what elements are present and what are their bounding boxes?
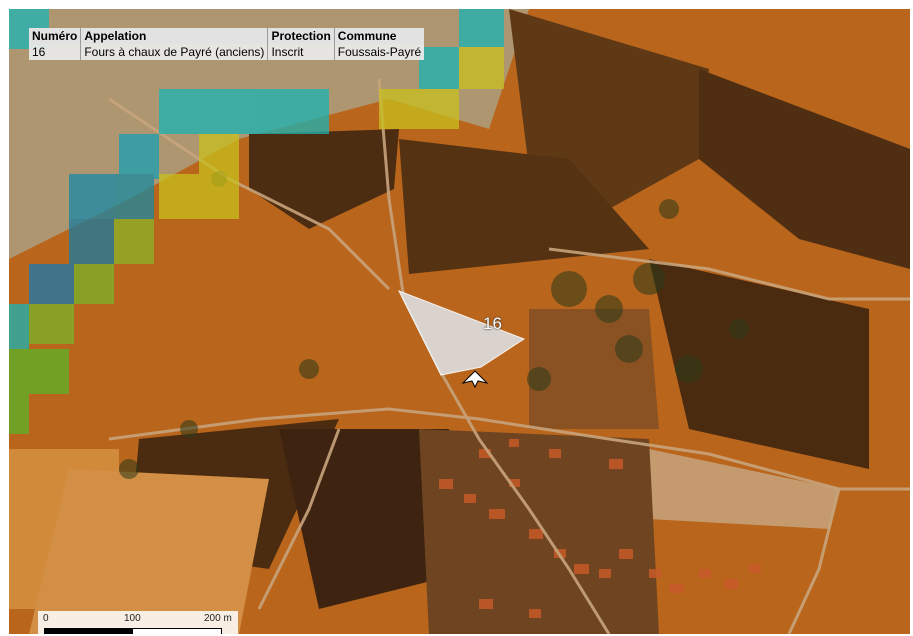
attribute-table: Numéro Appelation Protection Commune 16 …	[29, 28, 425, 60]
field-mid-1	[529, 309, 659, 429]
scale-bar-graphic	[44, 628, 222, 634]
table-cell: 16	[29, 44, 82, 60]
map-frame[interactable]: 16 Numéro Appelation Protection Commune …	[9, 9, 910, 634]
table-cell: Foussais-Payré	[337, 45, 422, 59]
column-header: Protection	[267, 28, 335, 44]
column-header: Commune	[334, 28, 425, 44]
scale-label-end: 200 m	[204, 613, 232, 624]
scale-bar: 0 100 200 m	[38, 611, 238, 634]
column-header: Appelation	[80, 28, 269, 44]
scale-label-mid: 100	[124, 613, 141, 624]
table-row: 16 Fours à chaux de Payré (anciens) Insc…	[29, 44, 424, 60]
feature-label: 16	[483, 314, 502, 333]
field-light-3	[29, 469, 269, 634]
column-header: Numéro	[29, 28, 82, 44]
scale-label-start: 0	[43, 613, 49, 624]
table-cell: Fours à chaux de Payré (anciens)	[80, 44, 269, 60]
table-header-row: Numéro Appelation Protection Commune	[29, 28, 425, 44]
map-canvas	[9, 9, 910, 634]
table-cell: Inscrit	[267, 44, 335, 60]
scale-bar-black-segment	[45, 629, 133, 634]
